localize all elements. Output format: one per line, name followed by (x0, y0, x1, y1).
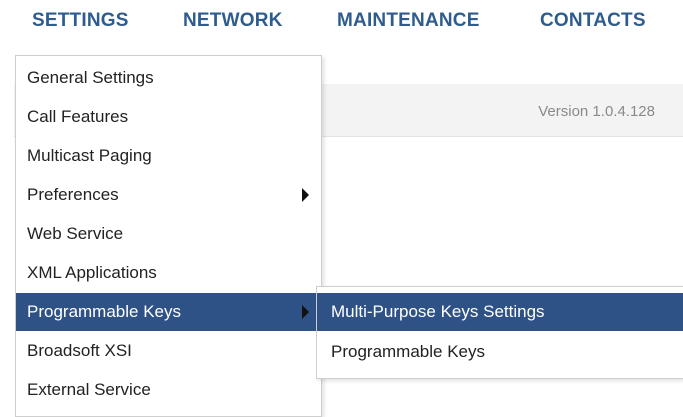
menu-item-label: Multicast Paging (27, 146, 152, 165)
menu-item-label: General Settings (27, 68, 154, 87)
menu-item-label: Programmable Keys (27, 302, 182, 321)
menu-item-label: XML Applications (27, 263, 157, 282)
menu-item-call-features[interactable]: Call Features (16, 98, 321, 136)
settings-dropdown-menu: General Settings Call Features Multicast… (15, 55, 322, 417)
nav-network[interactable]: NETWORK (183, 10, 283, 32)
menu-item-web-service[interactable]: Web Service (16, 215, 321, 253)
submenu-item-label: Programmable Keys (331, 342, 486, 361)
menu-item-label: Call Features (27, 107, 129, 126)
nav-contacts[interactable]: CONTACTS (540, 10, 646, 32)
menu-item-preferences[interactable]: Preferences (16, 176, 321, 214)
programmable-keys-submenu: Multi-Purpose Keys Settings Programmable… (316, 286, 683, 379)
menu-item-multicast-paging[interactable]: Multicast Paging (16, 137, 321, 175)
menu-item-label: External Service (27, 380, 151, 399)
menu-item-xml-applications[interactable]: XML Applications (16, 254, 321, 292)
submenu-arrow-icon (302, 188, 309, 202)
menu-item-label: Web Service (27, 224, 124, 243)
menu-item-general-settings[interactable]: General Settings (16, 59, 321, 97)
submenu-arrow-icon (302, 305, 309, 319)
menu-item-external-service[interactable]: External Service (16, 371, 321, 409)
version-text: Version 1.0.4.128 (538, 103, 655, 120)
submenu-item-programmable-keys[interactable]: Programmable Keys (317, 333, 683, 371)
nav-settings[interactable]: SETTINGS (32, 10, 129, 32)
web-ui-page: SETTINGS NETWORK MAINTENANCE CONTACTS Ve… (0, 0, 683, 417)
nav-maintenance[interactable]: MAINTENANCE (337, 10, 480, 32)
top-navigation: SETTINGS NETWORK MAINTENANCE CONTACTS (0, 0, 683, 44)
menu-item-label: Broadsoft XSI (27, 341, 132, 360)
submenu-item-multi-purpose-keys-settings[interactable]: Multi-Purpose Keys Settings (317, 293, 683, 331)
menu-item-broadsoft-xsi[interactable]: Broadsoft XSI (16, 332, 321, 370)
menu-item-label: Preferences (27, 185, 119, 204)
submenu-item-label: Multi-Purpose Keys Settings (331, 302, 545, 321)
menu-item-programmable-keys[interactable]: Programmable Keys (16, 293, 321, 331)
